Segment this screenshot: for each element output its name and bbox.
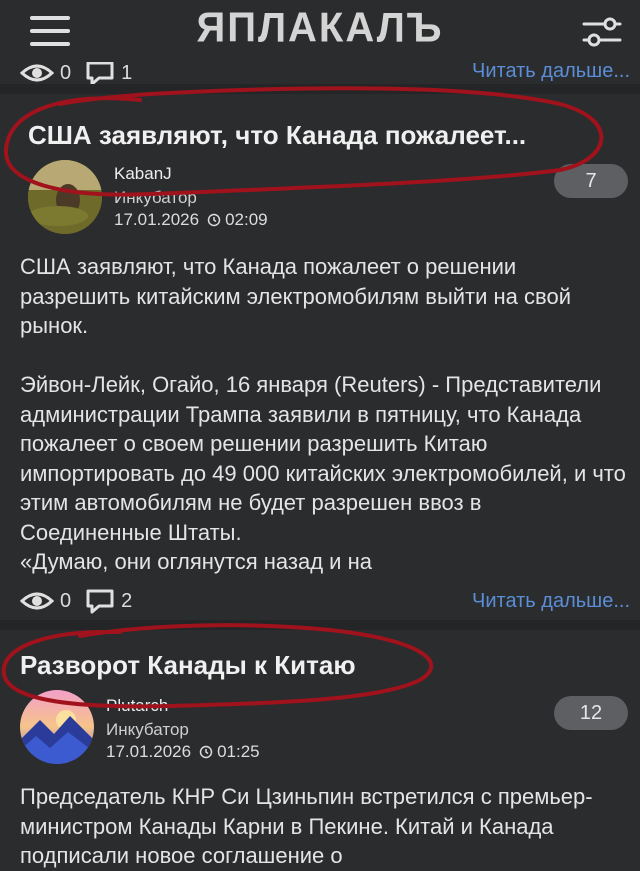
post-stats: 0 2 bbox=[20, 586, 146, 616]
post-date: 17.01.2026 01:25 bbox=[106, 742, 260, 762]
author-name[interactable]: KabanJ bbox=[114, 164, 172, 184]
views-count: 0 bbox=[60, 61, 72, 84]
views-stat: 0 bbox=[20, 590, 71, 613]
comments-badge[interactable]: 7 bbox=[554, 164, 628, 198]
avatar[interactable] bbox=[28, 160, 102, 234]
date-text: 17.01.2026 bbox=[106, 742, 192, 761]
comments-stat[interactable]: 1 bbox=[85, 60, 132, 86]
post-date: 17.01.2026 02:09 bbox=[114, 210, 268, 230]
paragraph: Председатель КНР Си Цзиньпин встретился … bbox=[20, 784, 593, 868]
filter-sliders-icon[interactable] bbox=[582, 16, 622, 48]
comments-stat[interactable]: 2 bbox=[85, 588, 132, 614]
site-logo[interactable]: ЯПЛАКАЛЪ bbox=[0, 5, 640, 52]
avatar-image bbox=[28, 160, 102, 234]
eye-icon bbox=[20, 592, 54, 610]
avatar-image bbox=[20, 690, 94, 764]
comments-badge[interactable]: 12 bbox=[554, 696, 628, 730]
author-name[interactable]: Plutarch bbox=[106, 696, 168, 716]
post-title[interactable]: Разворот Канады к Китаю bbox=[20, 650, 356, 681]
comment-icon bbox=[86, 589, 114, 614]
comments-count: 2 bbox=[121, 589, 133, 612]
time-text: 01:25 bbox=[217, 742, 260, 761]
clock-icon bbox=[199, 745, 213, 759]
date-text: 17.01.2026 bbox=[114, 210, 200, 229]
comments-count: 1 bbox=[121, 61, 133, 84]
clock-icon bbox=[207, 213, 221, 227]
author-role: Инкубатор bbox=[106, 720, 189, 739]
paragraph: США заявляют, что Канада пожалеет о реше… bbox=[20, 254, 571, 338]
read-more-link[interactable]: Читать дальше... bbox=[472, 590, 630, 613]
read-more-link[interactable]: Читать дальше... bbox=[472, 60, 630, 83]
post-card: США заявляют, что Канада пожалеет... Kab… bbox=[8, 94, 640, 620]
views-stat: 0 bbox=[20, 62, 71, 85]
avatar[interactable] bbox=[20, 690, 94, 764]
comment-icon bbox=[86, 61, 114, 86]
post-card: Разворот Канады к Китаю Plutarch Инкубат… bbox=[8, 630, 640, 868]
post-body: Председатель КНР Си Цзиньпин встретился … bbox=[20, 782, 626, 871]
divider bbox=[0, 620, 640, 630]
paragraph: «Думаю, они оглянутся назад и на bbox=[20, 549, 372, 574]
divider bbox=[0, 84, 640, 94]
views-count: 0 bbox=[60, 589, 72, 612]
post-title[interactable]: США заявляют, что Канада пожалеет... bbox=[28, 120, 526, 151]
top-bar: ЯПЛАКАЛЪ bbox=[0, 0, 640, 62]
post-body: США заявляют, что Канада пожалеет о реше… bbox=[20, 252, 626, 577]
paragraph: Эйвон-Лейк, Огайо, 16 января (Reuters) -… bbox=[20, 372, 626, 545]
eye-icon bbox=[20, 64, 54, 82]
author-role: Инкубатор bbox=[114, 188, 197, 207]
time-text: 02:09 bbox=[225, 210, 268, 229]
